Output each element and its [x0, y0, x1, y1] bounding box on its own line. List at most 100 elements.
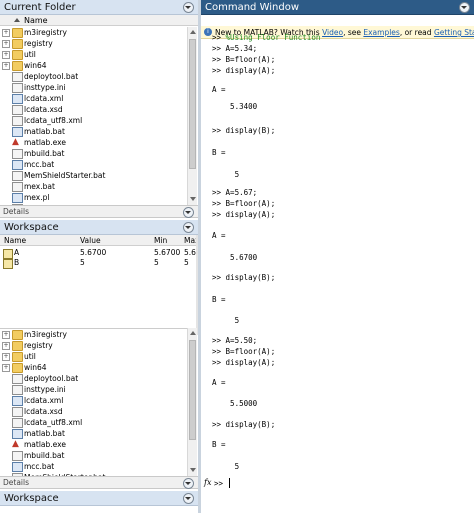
- file-list-scrollbar-bottom[interactable]: [187, 328, 197, 476]
- file-list-scrollbar[interactable]: [187, 27, 197, 205]
- file-list-item[interactable]: mbuild.bat: [0, 450, 188, 461]
- file-list-item[interactable]: matlab.bat: [0, 428, 188, 439]
- file-list-item[interactable]: lcdata.xml: [0, 93, 188, 104]
- ws-col-value[interactable]: Value: [80, 235, 101, 246]
- current-folder-title: Current Folder: [4, 2, 76, 13]
- file-icon: [12, 418, 23, 428]
- file-list-item[interactable]: ▲ matlab.exe: [0, 137, 188, 148]
- folder-icon: [12, 50, 23, 60]
- expand-plus-icon[interactable]: +: [2, 342, 10, 350]
- file-list-item[interactable]: MemShieldStarter.bat: [0, 170, 188, 181]
- expand-plus-icon[interactable]: +: [2, 331, 10, 339]
- scroll-down-icon[interactable]: [190, 468, 196, 472]
- workspace-header: Workspace: [0, 220, 198, 235]
- ws-col-min[interactable]: Min: [154, 235, 167, 246]
- file-list-item[interactable]: mbuild.bat: [0, 148, 188, 159]
- file-name: lcdata_utf8.xml: [24, 116, 83, 125]
- scroll-thumb[interactable]: [189, 39, 196, 169]
- workspace-column-header: Name Value Min Max: [0, 235, 200, 246]
- file-icon: [12, 83, 23, 93]
- expand-plus-icon[interactable]: +: [2, 51, 10, 59]
- folder-icon: [12, 341, 23, 351]
- scroll-up-icon[interactable]: [190, 331, 196, 335]
- file-name: win64: [24, 61, 47, 70]
- file-icon: [12, 407, 23, 417]
- file-list-item[interactable]: deploytool.bat: [0, 71, 188, 82]
- file-list-item[interactable]: mcc.bat: [0, 461, 188, 472]
- sort-ascending-icon: [14, 18, 20, 22]
- file-list-item[interactable]: + m3iregistry: [0, 27, 188, 38]
- scroll-down-icon[interactable]: [190, 197, 196, 201]
- file-list-item[interactable]: lcdata.xsd: [0, 406, 188, 417]
- file-list-bottom[interactable]: + m3iregistry + registry + util + win64 deployto…: [0, 328, 188, 476]
- file-list-item[interactable]: + win64: [0, 60, 188, 71]
- details-expand-icon[interactable]: [183, 478, 194, 489]
- file-list-item[interactable]: lcdata.xml: [0, 395, 188, 406]
- expand-plus-icon[interactable]: +: [2, 364, 10, 372]
- ws-col-name[interactable]: Name: [4, 235, 26, 246]
- workspace-row[interactable]: A 5.6700 5.6700 5.6: [0, 248, 198, 259]
- details-bar-top[interactable]: Details: [0, 205, 198, 218]
- file-icon: [12, 182, 23, 192]
- file-list-top[interactable]: + m3iregistry + registry + util + win64 deployto…: [0, 27, 188, 205]
- file-list-item[interactable]: mex.pl: [0, 192, 188, 203]
- file-list-item[interactable]: insttype.ini: [0, 82, 188, 93]
- file-icon: [12, 429, 23, 439]
- file-list-column-header[interactable]: Name: [0, 15, 198, 26]
- folder-icon: [12, 28, 23, 38]
- folder-icon: [12, 352, 23, 362]
- scroll-thumb[interactable]: [189, 340, 196, 440]
- file-list-item[interactable]: insttype.ini: [0, 384, 188, 395]
- folder-icon: [12, 39, 23, 49]
- column-name-label: Name: [24, 16, 48, 25]
- file-icon: [12, 171, 23, 181]
- workspace-menu-icon[interactable]: [183, 493, 194, 504]
- file-list-item[interactable]: + util: [0, 49, 188, 60]
- command-output-area[interactable]: [201, 29, 474, 513]
- command-window-title: Command Window: [205, 2, 300, 13]
- details-bar-bottom[interactable]: Details: [0, 476, 198, 489]
- file-list-item[interactable]: + registry: [0, 340, 188, 351]
- file-icon: [12, 105, 23, 115]
- command-prompt: >>: [214, 479, 224, 488]
- file-list-item[interactable]: lcdata_utf8.xml: [0, 115, 188, 126]
- file-list-item[interactable]: + registry: [0, 38, 188, 49]
- file-icon: [12, 193, 23, 203]
- file-name: mcc.bat: [24, 160, 55, 169]
- workspace-header-bottom: Workspace: [0, 491, 198, 506]
- file-list-item[interactable]: ▲ matlab.exe: [0, 439, 188, 450]
- file-list-item[interactable]: matlab.bat: [0, 126, 188, 137]
- details-expand-icon[interactable]: [183, 207, 194, 218]
- file-list-item[interactable]: mcc.bat: [0, 159, 188, 170]
- file-icon: [12, 451, 23, 461]
- workspace-menu-icon[interactable]: [183, 222, 194, 233]
- file-icon: [12, 116, 23, 126]
- expand-plus-icon[interactable]: +: [2, 29, 10, 37]
- workspace-title: Workspace: [4, 493, 59, 504]
- file-list-item[interactable]: mex.bat: [0, 181, 188, 192]
- expand-plus-icon[interactable]: +: [2, 62, 10, 70]
- command-prompt-line[interactable]: fx >>: [201, 477, 474, 491]
- command-window-menu-icon[interactable]: [459, 2, 470, 13]
- file-list-item[interactable]: lcdata_utf8.xml: [0, 417, 188, 428]
- current-folder-menu-icon[interactable]: [183, 2, 194, 13]
- expand-plus-icon[interactable]: +: [2, 40, 10, 48]
- file-name: util: [24, 352, 36, 361]
- folder-icon: [12, 363, 23, 373]
- ws-var-min: 5.6700: [154, 248, 181, 257]
- workspace-row[interactable]: B 5 5 5: [0, 258, 198, 269]
- folder-icon: [12, 330, 23, 340]
- file-list-item[interactable]: + win64: [0, 362, 188, 373]
- file-name: mex.bat: [24, 182, 55, 191]
- file-list-item[interactable]: deploytool.bat: [0, 373, 188, 384]
- scroll-up-icon[interactable]: [190, 30, 196, 34]
- file-list-item[interactable]: + m3iregistry: [0, 329, 188, 340]
- ws-var-min: 5: [154, 258, 159, 267]
- file-name: mex.pl: [24, 193, 50, 202]
- file-name: mbuild.bat: [24, 149, 65, 158]
- function-browser-icon[interactable]: fx: [204, 478, 211, 487]
- file-list-item[interactable]: + util: [0, 351, 188, 362]
- file-list-item[interactable]: lcdata.xsd: [0, 104, 188, 115]
- expand-plus-icon[interactable]: +: [2, 353, 10, 361]
- file-name: matlab.exe: [24, 138, 66, 147]
